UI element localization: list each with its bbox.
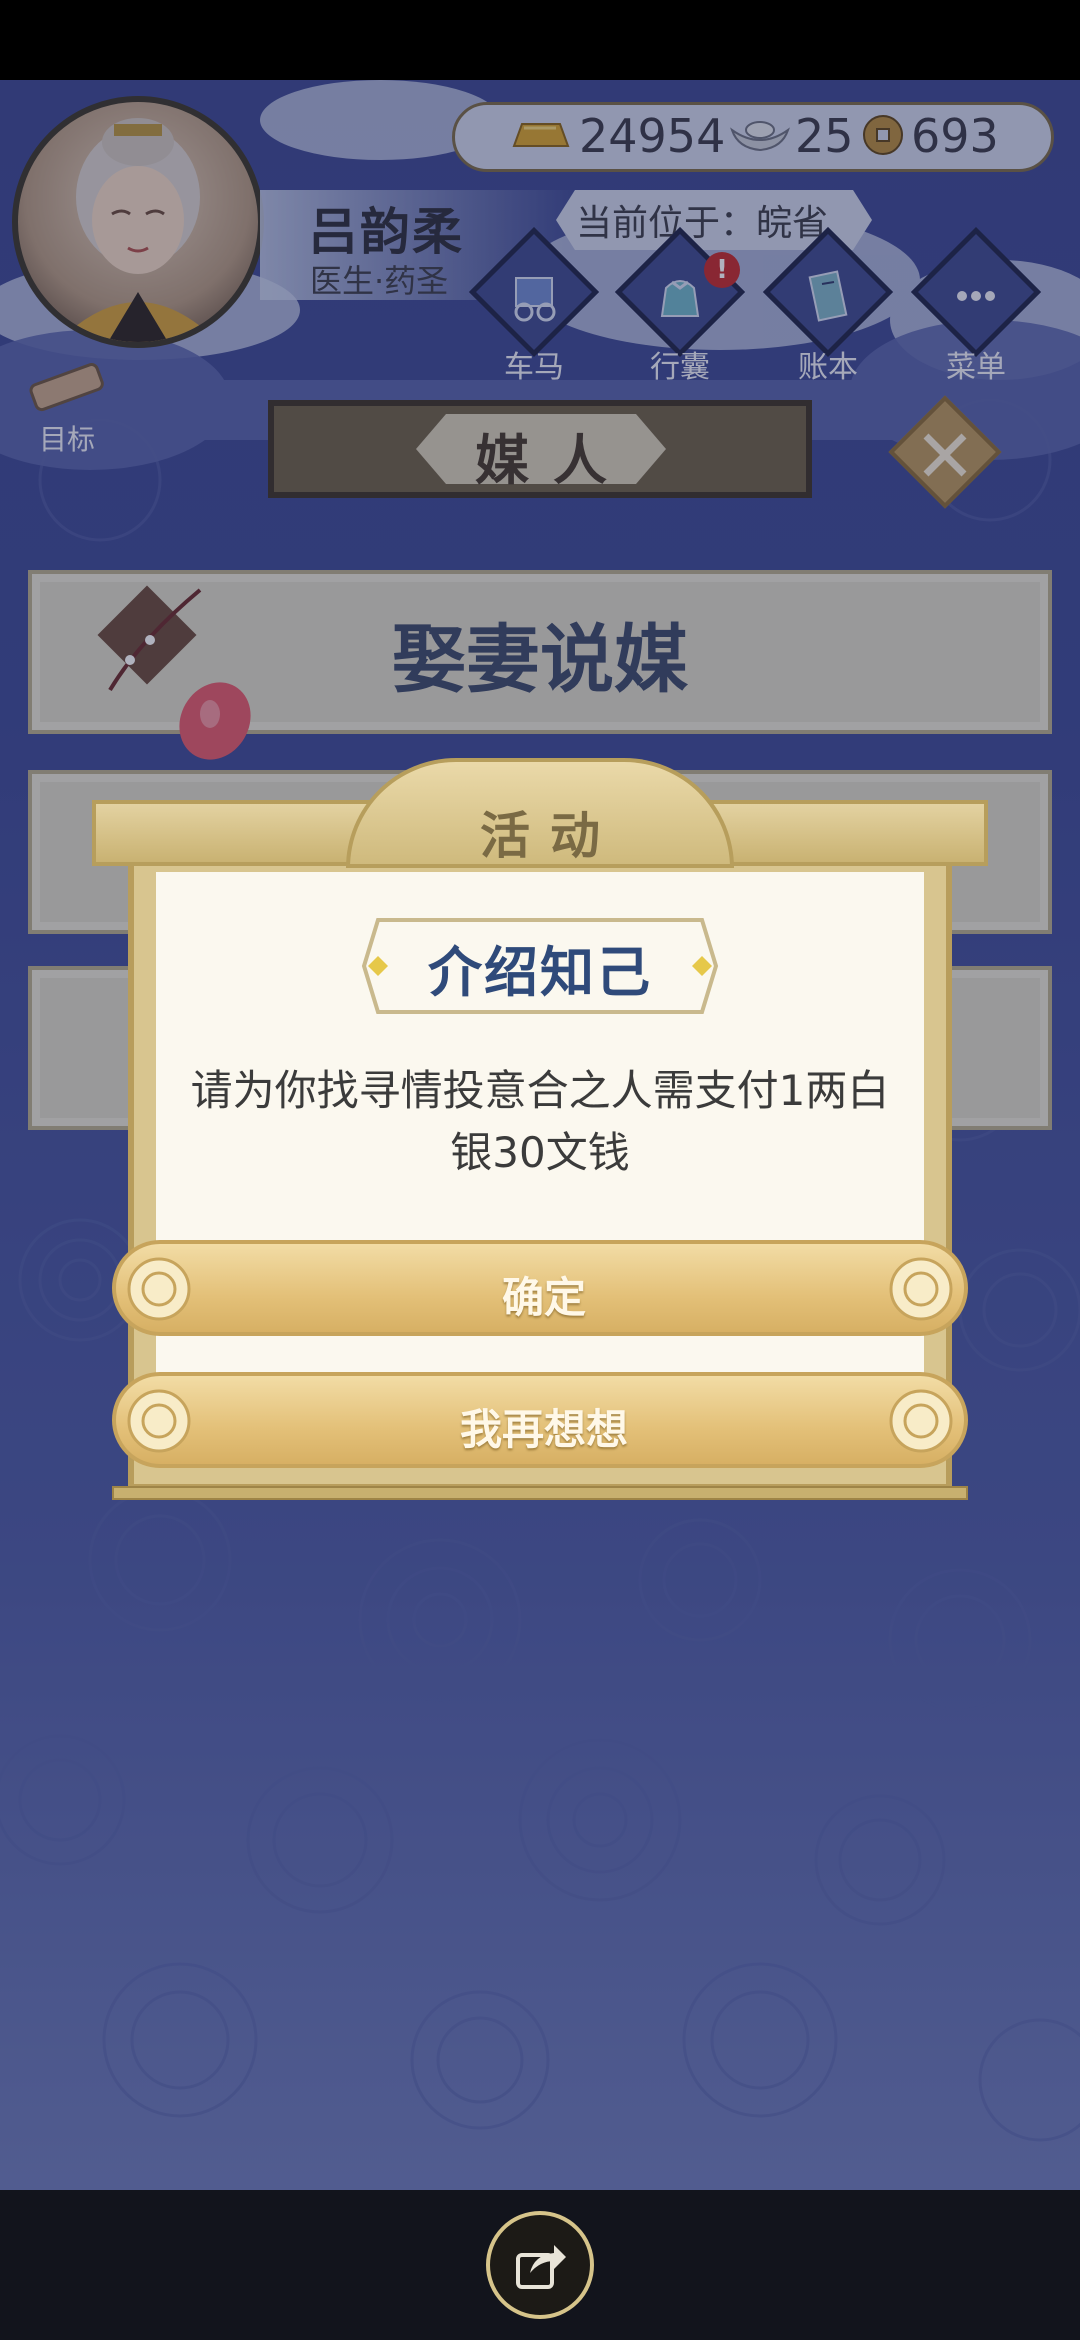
status-bar: [0, 0, 1080, 80]
dialog-footer: [112, 1486, 968, 1500]
dialog-header-title: 活动: [480, 807, 620, 865]
confirm-button-label: 确定: [501, 1273, 586, 1322]
share-icon: [516, 2245, 566, 2289]
dialog-subtitle: 介绍知己: [428, 941, 652, 1004]
cancel-button[interactable]: 我再想想: [112, 1372, 968, 1468]
share-button[interactable]: [486, 2211, 594, 2319]
confirm-button[interactable]: 确定: [112, 1240, 968, 1336]
cancel-button-label: 我再想想: [459, 1405, 628, 1454]
dialog-message: 请为你找寻情投意合之人需支付1两白银30文钱: [190, 1066, 890, 1177]
system-nav-bar: [0, 2190, 1080, 2340]
